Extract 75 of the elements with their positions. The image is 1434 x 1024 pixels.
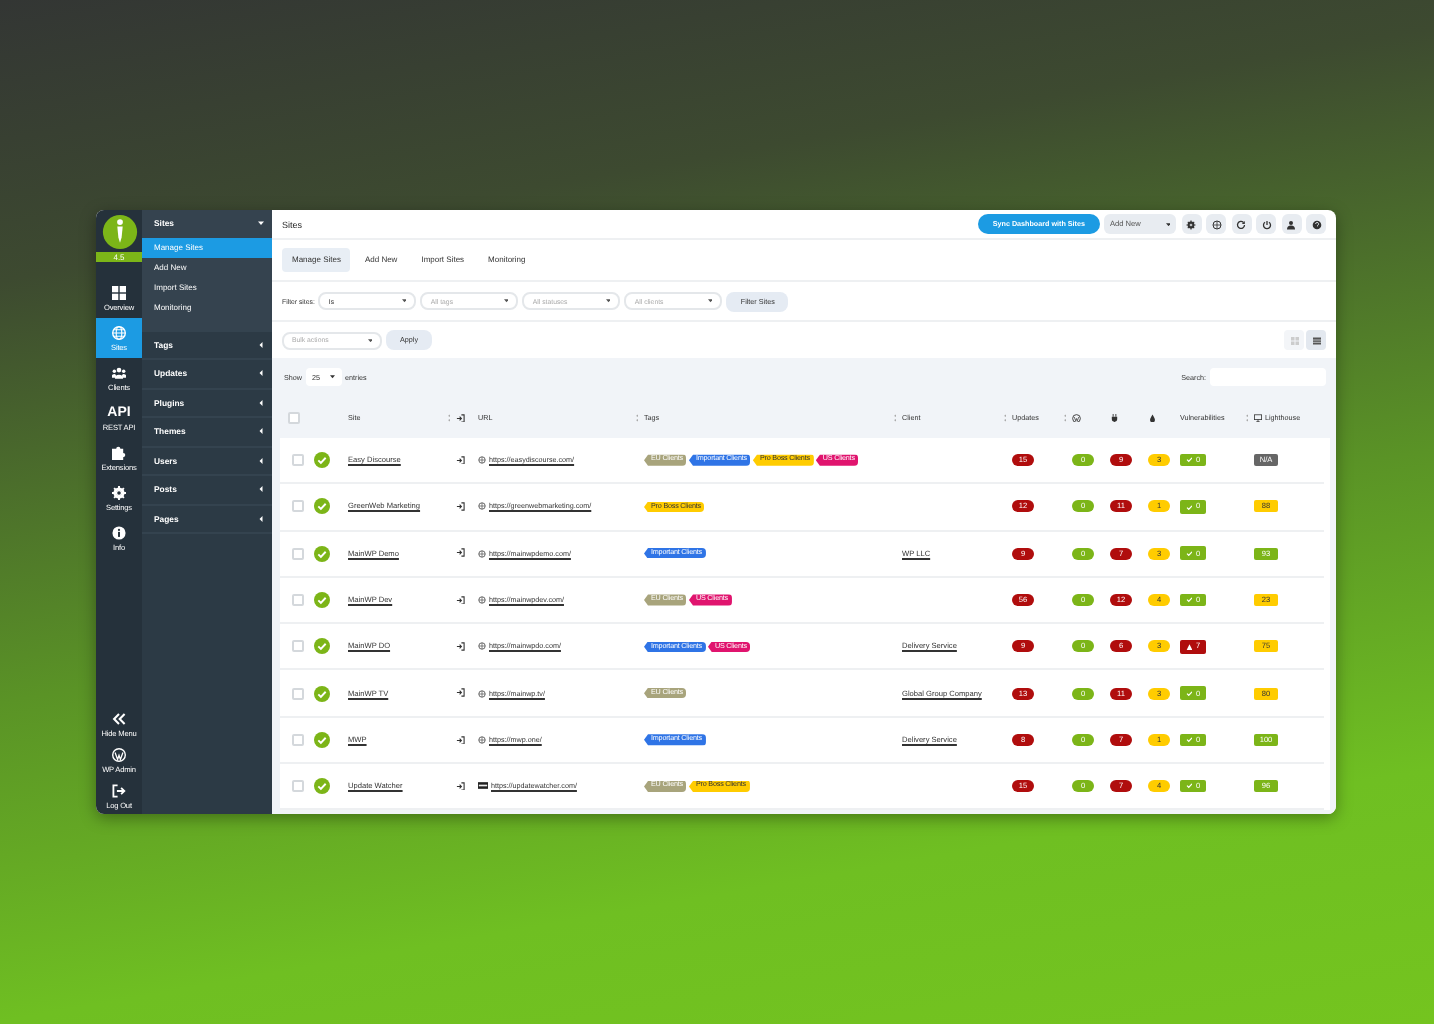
drop-icon xyxy=(1148,413,1157,423)
login-icon[interactable] xyxy=(456,688,465,698)
wordpress-icon xyxy=(112,747,126,761)
row-checkbox[interactable] xyxy=(291,547,303,560)
favicon-icon xyxy=(478,782,488,790)
logo-icon xyxy=(101,214,137,250)
caret-icon xyxy=(503,298,509,304)
people-icon xyxy=(112,365,126,379)
row-checkbox[interactable] xyxy=(291,733,303,746)
caret-icon xyxy=(258,457,264,464)
caret-icon xyxy=(258,486,264,493)
globe-icon xyxy=(478,456,486,465)
login-icon[interactable] xyxy=(456,595,465,605)
globe-icon xyxy=(112,325,126,339)
wordpress-icon xyxy=(1072,413,1081,423)
check-icon xyxy=(1185,503,1192,511)
row-checkbox[interactable] xyxy=(291,594,303,607)
row-checkbox[interactable] xyxy=(291,687,303,700)
logout-icon xyxy=(112,783,126,797)
check-icon xyxy=(1185,689,1192,697)
row-checkbox[interactable] xyxy=(291,640,303,653)
login-icon[interactable] xyxy=(456,502,465,512)
refresh-icon[interactable] xyxy=(1236,219,1246,229)
globe-icon xyxy=(478,689,486,698)
globe-icon xyxy=(478,642,486,651)
caret-icon xyxy=(258,399,264,406)
row-checkbox[interactable] xyxy=(291,454,303,467)
grid-icon xyxy=(112,285,126,299)
caret-icon xyxy=(605,298,611,304)
caret-icon xyxy=(258,515,264,522)
status-check-icon xyxy=(314,592,330,609)
check-icon xyxy=(1185,782,1192,790)
user-icon[interactable] xyxy=(1286,219,1296,229)
plug-icon xyxy=(1110,413,1119,423)
login-icon xyxy=(456,413,465,423)
login-icon[interactable] xyxy=(456,455,465,465)
select-all-checkbox[interactable] xyxy=(288,412,300,424)
double-chevron-icon xyxy=(112,711,126,725)
caret-icon xyxy=(258,220,264,227)
status-check-icon xyxy=(314,638,330,655)
monitor-icon xyxy=(1254,414,1262,422)
help-icon[interactable] xyxy=(1311,219,1321,229)
table-view-icon[interactable] xyxy=(1311,335,1321,345)
gear-icon xyxy=(112,485,126,499)
check-icon xyxy=(1185,596,1192,604)
login-icon[interactable] xyxy=(456,735,465,745)
status-check-icon xyxy=(314,685,330,702)
globe-icon xyxy=(478,735,486,744)
globe-icon xyxy=(478,596,486,605)
login-icon[interactable] xyxy=(456,781,465,791)
globe-icon[interactable] xyxy=(1211,219,1221,229)
caret-icon xyxy=(258,370,264,377)
warning-icon xyxy=(1185,643,1192,651)
check-icon xyxy=(1185,549,1192,557)
status-check-icon xyxy=(314,778,330,795)
check-icon xyxy=(1185,456,1192,464)
globe-icon xyxy=(478,502,486,511)
globe-icon xyxy=(478,549,486,558)
info-icon xyxy=(112,525,126,539)
check-icon xyxy=(1185,736,1192,744)
power-icon[interactable] xyxy=(1261,219,1271,229)
caret-icon xyxy=(258,428,264,435)
gear-icon[interactable] xyxy=(1186,219,1196,229)
status-check-icon xyxy=(314,545,330,562)
puzzle-icon xyxy=(112,445,126,459)
status-check-icon xyxy=(314,731,330,748)
status-check-icon xyxy=(314,498,330,515)
status-check-icon xyxy=(314,452,330,469)
caret-icon xyxy=(707,298,713,304)
caret-icon xyxy=(258,341,264,348)
row-checkbox[interactable] xyxy=(291,780,303,793)
login-icon[interactable] xyxy=(456,548,465,558)
caret-icon xyxy=(401,298,407,304)
login-icon[interactable] xyxy=(456,642,465,652)
row-checkbox[interactable] xyxy=(291,500,303,513)
